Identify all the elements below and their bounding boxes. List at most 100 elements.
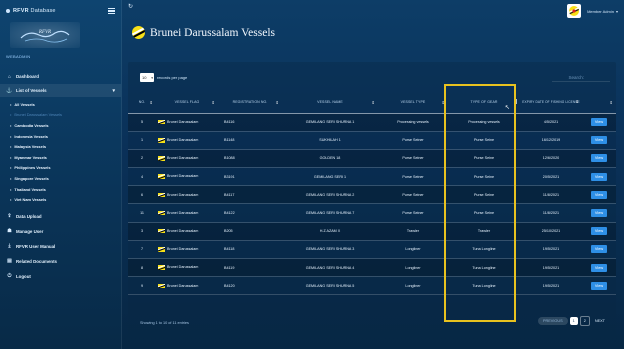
sidebar: RFVR Database RFVR WEBADMIN ⌂ Dashboard … xyxy=(0,0,122,349)
view-button[interactable]: View xyxy=(590,227,608,236)
cell-registration-no: B1148 xyxy=(218,131,282,150)
brunei-flag-icon xyxy=(158,247,165,252)
cell-no: 6 xyxy=(128,185,156,205)
view-button[interactable]: View xyxy=(590,263,608,272)
sort-icon: ⇕ xyxy=(211,100,215,105)
view-button[interactable]: View xyxy=(590,190,608,199)
column-header-expiry[interactable]: EXPIRY DATE OF FISHING LICENSE ⇕ xyxy=(520,92,582,114)
table-row: 4 Brunei Darussalam B3191 GEMILANG SERI 1 Pu… xyxy=(128,167,616,187)
column-header-no[interactable]: NO. ⇕ xyxy=(128,92,156,114)
cell-vessel-flag: Brunei Darussalam xyxy=(156,149,218,169)
cell-vessel-name: SUKHILAH 1 xyxy=(282,131,378,150)
cell-vessel-type: Longliner xyxy=(378,258,448,278)
power-icon: ⏻ xyxy=(7,273,12,280)
sidebar-item-malaysia-vessels[interactable]: • Malaysia Vessels xyxy=(10,141,121,152)
user-menu[interactable]: Member Admin ▾ xyxy=(567,4,618,18)
sidebar-item-indonesia-vessels[interactable]: • Indonesia Vessels xyxy=(10,131,121,142)
refresh-icon[interactable]: ↻ xyxy=(128,3,133,10)
view-button[interactable]: View xyxy=(590,172,608,181)
cell-no: 1 xyxy=(128,131,156,150)
cell-action: View xyxy=(582,167,616,187)
view-button[interactable]: View xyxy=(590,136,608,145)
sidebar-item-label: RFVR User Manual xyxy=(16,243,56,249)
column-header-flag[interactable]: VESSEL FLAG ⇕ xyxy=(156,92,218,114)
cell-vessel-name: GEMILANG SERI SHURNA 1 xyxy=(282,113,378,132)
sidebar-item-data-upload[interactable]: ⇪ Data Upload xyxy=(0,209,121,224)
cell-registration-no: B1088 xyxy=(218,149,282,169)
cell-expiry-date: 4/5/2021 xyxy=(520,113,582,132)
cell-expiry-date: 19/5/2021 xyxy=(520,276,582,296)
cell-vessel-type: Purse Seiner xyxy=(378,149,448,169)
cell-type-of-gear: Purse Seine xyxy=(448,149,520,169)
cell-action: View xyxy=(582,203,616,223)
svg-text:RFVR: RFVR xyxy=(38,30,51,35)
cell-type-of-gear: Tuna Longline xyxy=(448,276,520,296)
sidebar-nav: ⌂ Dashboard ⚓ List of Vessels ▾ • All Ves… xyxy=(0,71,121,284)
column-header-vessel-name[interactable]: VESSEL NAME ⇕ xyxy=(282,92,378,114)
cell-vessel-type: Processing vessels xyxy=(378,113,448,132)
cell-expiry-date: 11/8/2021 xyxy=(520,203,582,223)
next-page-button[interactable]: NEXT xyxy=(592,317,608,325)
brunei-flag-icon xyxy=(158,192,165,198)
sidebar-item-brunei-vessels[interactable]: • Brunei Darussalam Vessels xyxy=(10,110,121,121)
page-1-button[interactable]: 1 xyxy=(569,317,578,325)
sidebar-item-user-manual[interactable]: ⤓ RFVR User Manual xyxy=(0,239,121,254)
cell-registration-no: B4117 xyxy=(218,185,282,205)
sidebar-item-singapore-vessels[interactable]: • Singapore Vessels xyxy=(10,173,121,184)
sidebar-item-philippines-vessels[interactable]: • Philippines Vessels xyxy=(10,163,121,174)
cell-vessel-flag: Brunei Darussalam xyxy=(156,113,218,132)
sidebar-item-all-vessels[interactable]: • All Vessels xyxy=(10,99,121,110)
cell-action: View xyxy=(582,258,616,278)
page-length-select[interactable]: 10 ▾ xyxy=(140,73,154,82)
caret-down-icon: ▾ xyxy=(615,8,618,14)
search-input[interactable] xyxy=(552,71,610,82)
table-row: 8 Brunei Darussalam B4119 GEMILANG SERI SHU… xyxy=(128,258,616,278)
sidebar-item-thailand-vessels[interactable]: • Thailand Vessels xyxy=(10,184,121,195)
column-resize-handle-icon[interactable]: || xyxy=(515,99,517,105)
cell-expiry-date: 19/5/2021 xyxy=(520,240,582,260)
sidebar-item-vietnam-vessels[interactable]: • Viet Nam Vessels xyxy=(10,194,121,205)
sidebar-item-myanmar-vessels[interactable]: • Myanmar Vessels xyxy=(10,152,121,163)
cell-vessel-flag: Brunei Darussalam xyxy=(156,203,218,223)
view-button[interactable]: View xyxy=(590,245,608,254)
cell-action: View xyxy=(582,185,616,205)
sidebar-item-related-documents[interactable]: ▤ Related Documents xyxy=(0,254,121,269)
view-button[interactable]: View xyxy=(590,281,608,290)
column-header-vessel-type[interactable]: VESSEL TYPE ⇕ xyxy=(378,92,448,114)
view-button[interactable]: View xyxy=(590,154,608,163)
sort-icon: ⇕ xyxy=(441,100,445,105)
table-row: 5 Brunei Darussalam B4116 GEMILANG SERI SHU… xyxy=(128,113,616,132)
menu-toggle-icon[interactable] xyxy=(108,8,115,14)
previous-page-button[interactable]: PREVIOUS xyxy=(537,317,568,325)
download-icon: ⤓ xyxy=(8,243,11,250)
view-button[interactable]: View xyxy=(590,118,608,127)
sidebar-item-dashboard[interactable]: ⌂ Dashboard xyxy=(0,71,121,82)
cell-expiry-date: 12/6/2020 xyxy=(520,149,582,169)
cell-expiry-date: 20/5/2021 xyxy=(520,167,582,187)
column-header-registration[interactable]: REGISTRATION NO. ⇕ xyxy=(218,92,282,114)
cell-expiry-date: 25/10/2021 xyxy=(520,222,582,241)
sidebar-user-label: WEBADMIN xyxy=(6,54,31,59)
sidebar-item-logout[interactable]: ⏻ Logout xyxy=(0,269,121,284)
sidebar-item-list-of-vessels[interactable]: ⚓ List of Vessels ▾ xyxy=(0,84,121,97)
brunei-flag-icon xyxy=(158,228,165,234)
sort-icon: ⇕ xyxy=(149,100,153,105)
sidebar-item-label: Logout xyxy=(16,273,31,279)
sidebar-item-cambodia-vessels[interactable]: • Cambodia Vessels xyxy=(10,120,121,131)
column-header-type-of-gear[interactable]: TYPE OF GEAR || ↖ xyxy=(448,92,520,114)
table-row: 9 Brunei Darussalam B4120 GEMILANG SERI SHU… xyxy=(128,276,616,296)
cell-vessel-type: Longliner xyxy=(378,240,448,260)
cell-type-of-gear: Tuna Longline xyxy=(448,240,520,260)
sidebar-item-label: Data Upload xyxy=(16,213,42,219)
cell-registration-no: B4118 xyxy=(218,240,282,260)
sidebar-item-manage-user[interactable]: ☗ Manage User xyxy=(0,224,121,239)
table-row: 1 Brunei Darussalam B1148 SUKHILAH 1 Purse S… xyxy=(128,131,616,150)
cell-vessel-flag: Brunei Darussalam xyxy=(156,222,218,241)
table-row: 7 Brunei Darussalam B4118 GEMILANG SERI SHU… xyxy=(128,240,616,260)
sidebar-item-label: List of Vessels xyxy=(16,88,47,93)
view-button[interactable]: View xyxy=(590,209,608,218)
cell-vessel-name: GEMILANG SERI SHURNA 2 xyxy=(282,185,378,205)
app-logo: RFVR xyxy=(10,22,80,48)
avatar xyxy=(567,4,582,18)
page-2-button[interactable]: 2 xyxy=(579,316,590,326)
